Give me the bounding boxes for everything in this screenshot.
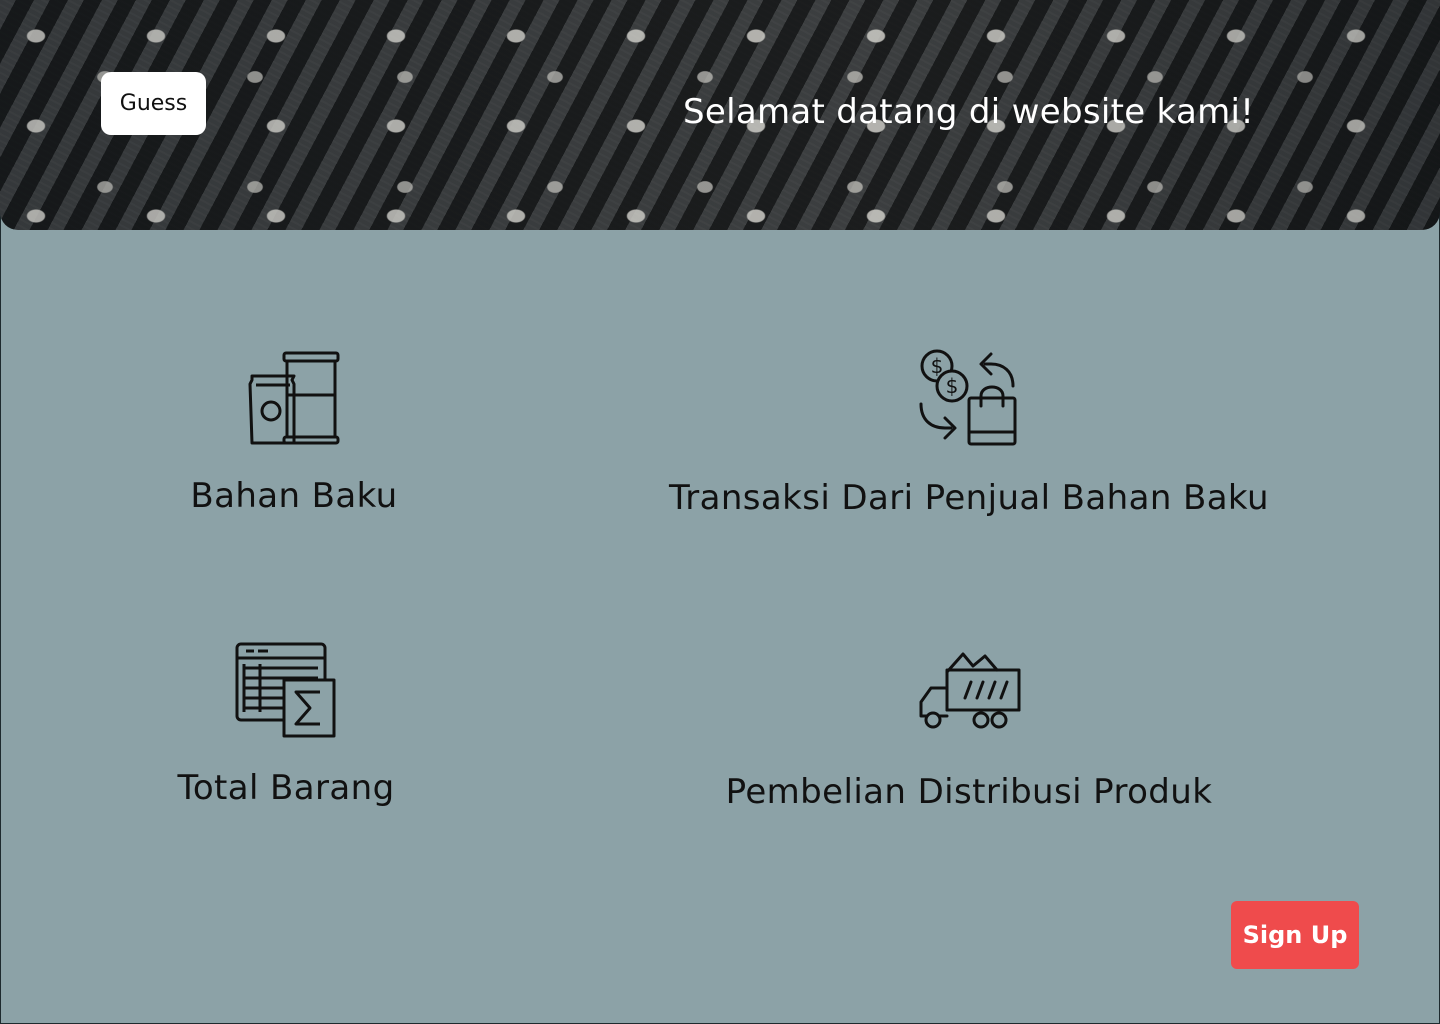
dump-truck-icon: [919, 652, 1021, 729]
svg-text:$: $: [946, 374, 959, 398]
raw-materials-icon: [248, 351, 340, 445]
menu-item-bahan-baku[interactable]: Bahan Baku: [188, 348, 400, 516]
menu-item-label: Pembelian Distribusi Produk: [725, 772, 1213, 812]
spreadsheet-sum-icon: [235, 642, 336, 738]
guest-button[interactable]: Guess: [101, 72, 206, 135]
menu-item-label: Bahan Baku: [190, 476, 398, 516]
menu-item-total-barang[interactable]: Total Barang: [172, 640, 400, 808]
menu-item-pembelian-distribusi[interactable]: Pembelian Distribusi Produk: [722, 648, 1216, 812]
svg-text:$: $: [931, 354, 944, 378]
menu-item-label: Total Barang: [177, 768, 395, 808]
welcome-text: Selamat datang di website kami!: [683, 92, 1255, 132]
menu-item-label: Transaksi Dari Penjual Bahan Baku: [669, 478, 1269, 518]
money-exchange-bag-icon: $ $: [919, 349, 1017, 446]
menu-item-transaksi[interactable]: $ $ Transaksi Dari Penjual Bahan Baku: [664, 346, 1274, 518]
signup-button[interactable]: Sign Up: [1231, 901, 1359, 969]
